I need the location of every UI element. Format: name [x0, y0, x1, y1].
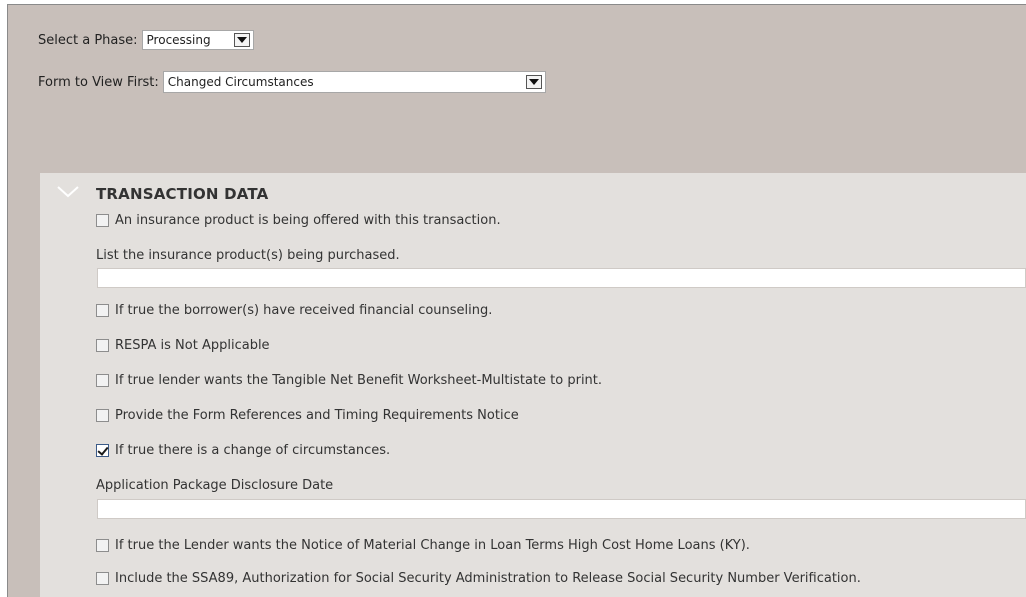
material-change-checkbox[interactable] [96, 539, 109, 552]
chevron-down-icon [236, 37, 247, 43]
material-change-row[interactable]: If true the Lender wants the Notice of M… [96, 538, 750, 553]
change-of-circumstances-checkbox[interactable] [96, 444, 109, 457]
form-view-row: Form to View First: Changed Circumstance… [38, 71, 546, 93]
respa-label: RESPA is Not Applicable [115, 338, 270, 353]
phase-label: Select a Phase: [38, 32, 138, 48]
phase-selected-value: Processing [146, 33, 211, 47]
ssa89-checkbox[interactable] [96, 572, 109, 585]
disclosure-date-label: Application Package Disclosure Date [96, 478, 334, 493]
phase-select[interactable]: Processing [141, 30, 254, 50]
insurance-offered-row[interactable]: An insurance product is being offered wi… [96, 213, 501, 228]
chevron-down-icon [528, 79, 539, 85]
transaction-data-panel: TRANSACTION DATA An insurance product is… [40, 173, 1026, 597]
insurance-products-label: List the insurance product(s) being purc… [96, 248, 400, 263]
phase-row: Select a Phase: Processing [38, 30, 254, 50]
section-title: TRANSACTION DATA [96, 185, 269, 203]
form-view-dropdown-button[interactable] [525, 75, 542, 89]
form-references-label: Provide the Form References and Timing R… [115, 408, 519, 423]
respa-row[interactable]: RESPA is Not Applicable [96, 338, 270, 353]
disclosure-date-input[interactable] [97, 499, 1026, 519]
financial-counseling-row[interactable]: If true the borrower(s) have received fi… [96, 303, 492, 318]
tangible-benefit-checkbox[interactable] [96, 374, 109, 387]
insurance-offered-label: An insurance product is being offered wi… [115, 213, 501, 228]
form-view-selected-value: Changed Circumstances [167, 75, 314, 89]
form-view-label: Form to View First: [38, 74, 159, 90]
change-of-circumstances-label: If true there is a change of circumstanc… [115, 443, 391, 458]
insurance-offered-checkbox[interactable] [96, 214, 109, 227]
respa-checkbox[interactable] [96, 339, 109, 352]
content-border-top [7, 4, 1026, 5]
tangible-benefit-row[interactable]: If true lender wants the Tangible Net Be… [96, 373, 602, 388]
content-border-left [7, 4, 8, 597]
form-references-checkbox[interactable] [96, 409, 109, 422]
financial-counseling-checkbox[interactable] [96, 304, 109, 317]
ssa89-row[interactable]: Include the SSA89, Authorization for Soc… [96, 571, 861, 586]
insurance-products-input[interactable] [97, 268, 1026, 288]
phase-dropdown-button[interactable] [233, 33, 250, 47]
form-references-row[interactable]: Provide the Form References and Timing R… [96, 408, 519, 423]
tangible-benefit-label: If true lender wants the Tangible Net Be… [115, 373, 603, 388]
change-of-circumstances-row[interactable]: If true there is a change of circumstanc… [96, 443, 390, 458]
window-frame-left [0, 0, 7, 597]
financial-counseling-label: If true the borrower(s) have received fi… [115, 303, 493, 318]
ssa89-label: Include the SSA89, Authorization for Soc… [115, 571, 861, 586]
material-change-label: If true the Lender wants the Notice of M… [115, 538, 750, 553]
collapse-chevron-icon[interactable] [56, 185, 80, 199]
form-view-select[interactable]: Changed Circumstances [162, 71, 546, 93]
